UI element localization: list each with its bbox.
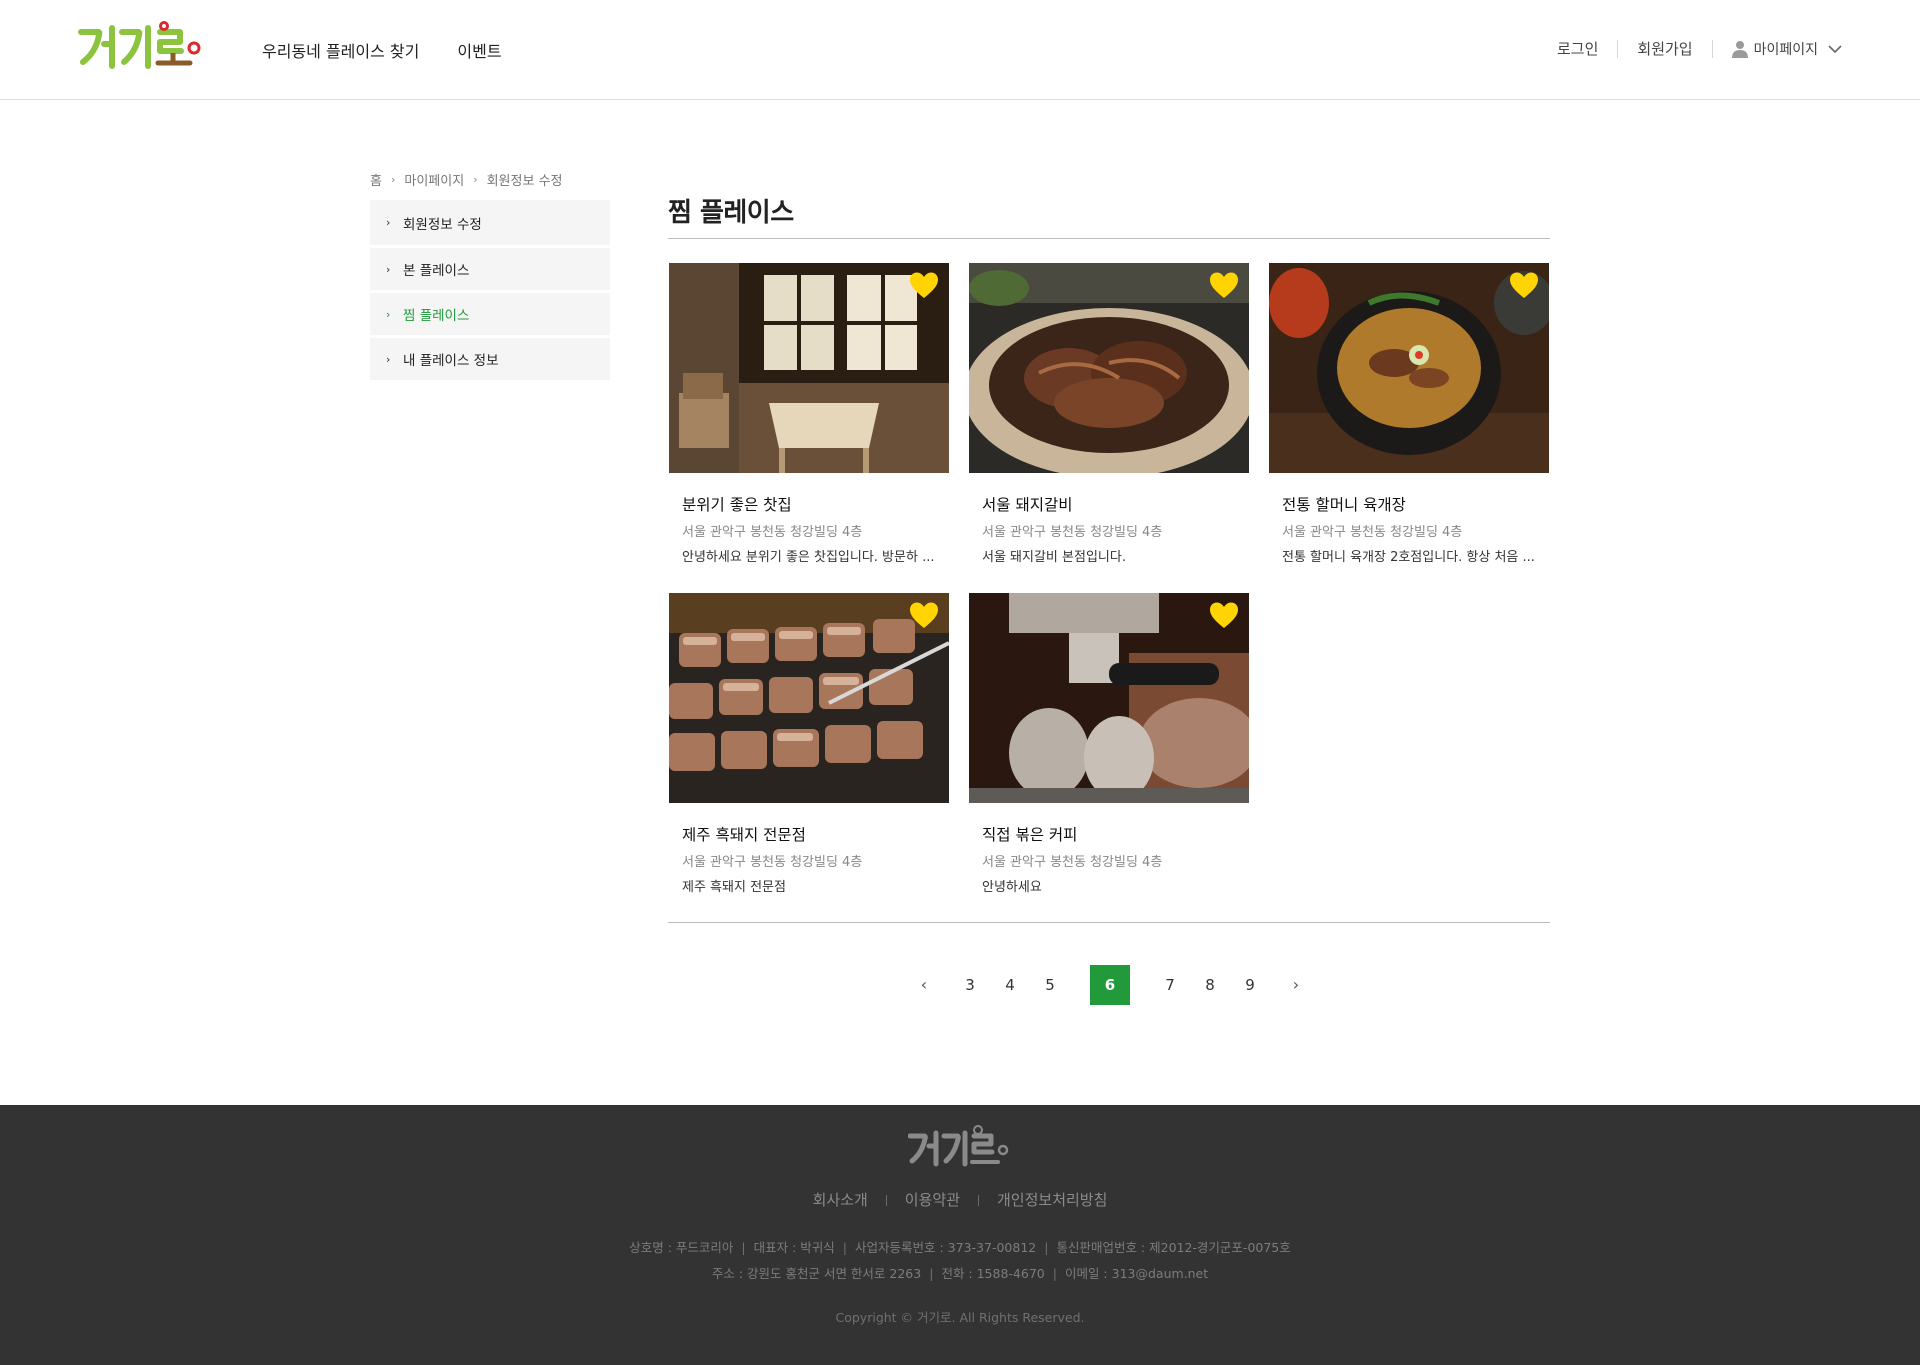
place-name: 직접 볶은 커피: [982, 826, 1078, 844]
heart-icon[interactable]: [1209, 601, 1239, 629]
separator: |: [741, 1240, 746, 1255]
sidebar-item-label: 본 플레이스: [403, 263, 470, 279]
heart-icon[interactable]: [909, 271, 939, 299]
page-5[interactable]: 5: [1030, 965, 1070, 1005]
page-6-current[interactable]: 6: [1090, 965, 1130, 1005]
user-icon: [1731, 40, 1748, 58]
chevron-right-icon: ›: [386, 307, 391, 321]
global-nav: 우리동네 플레이스 찾기 이벤트: [262, 38, 502, 62]
place-photo: [969, 593, 1249, 803]
place-card[interactable]: 서울 돼지갈비 서울 관악구 봉천동 청강빌딩 4층 서울 돼지갈비 본점입니다…: [969, 263, 1249, 565]
copyright: Copyright © 거기로. All Rights Reserved.: [835, 1310, 1085, 1325]
separator: |: [929, 1266, 934, 1281]
footer-links: 회사소개 이용약관 개인정보처리방침: [0, 1189, 1920, 1210]
site-logo[interactable]: [78, 18, 204, 72]
separator: |: [842, 1240, 848, 1255]
place-photo: [669, 263, 949, 473]
separator: |: [1052, 1266, 1057, 1281]
sidebar-item-liked-places[interactable]: › 찜 플레이스: [370, 293, 610, 335]
signup-link[interactable]: 회원가입: [1637, 38, 1692, 59]
company-address: 주소 : 강원도 홍천군 서면 한서로 2263: [711, 1266, 922, 1281]
place-description: 제주 흑돼지 전문점: [682, 880, 786, 895]
divider: [1617, 39, 1619, 58]
pagination: ‹ 3 4 5 6 7 8 9 ›: [0, 965, 1920, 1005]
chevron-right-icon: ›: [386, 216, 391, 229]
site-header: 우리동네 플레이스 찾기 이벤트 로그인 회원가입 마이페이지: [0, 0, 1920, 100]
breadcrumb-home[interactable]: 홈: [370, 170, 382, 189]
prev-page-button[interactable]: ‹: [904, 965, 944, 1005]
chevron-right-icon: ›: [386, 262, 391, 276]
place-photo: [1269, 263, 1549, 473]
sidebar-item-my-place-info[interactable]: › 내 플레이스 정보: [370, 338, 610, 380]
chevron-right-icon: ›: [386, 352, 391, 366]
page-9[interactable]: 9: [1230, 965, 1270, 1005]
next-page-button[interactable]: ›: [1276, 965, 1316, 1005]
sidebar-item-label: 회원정보 수정: [403, 216, 482, 233]
place-name: 전통 할머니 육개장: [1282, 496, 1406, 514]
ceo-name: 대표자 : 박귀식: [753, 1240, 835, 1255]
page-7[interactable]: 7: [1150, 965, 1190, 1005]
company-phone: 전화 : 1588-4670: [941, 1266, 1045, 1281]
nav-event[interactable]: 이벤트: [457, 38, 501, 62]
mypage-label: 마이페이지: [1753, 41, 1818, 58]
login-link[interactable]: 로그인: [1557, 38, 1598, 59]
breadcrumb: 홈 › 마이페이지 › 회원정보 수정: [370, 170, 563, 189]
divider: [668, 238, 1550, 239]
chevron-down-icon: [1828, 44, 1842, 53]
company-info-line2: 주소 : 강원도 홍천군 서면 한서로 2263 | 전화 : 1588-4670 |…: [0, 1263, 1920, 1282]
place-address: 서울 관악구 봉천동 청강빌딩 4층: [1282, 525, 1463, 540]
place-description: 안녕하세요: [982, 880, 1042, 895]
place-description: 안녕하세요 분위기 좋은 찻집입니다. 방문하 ...: [682, 550, 935, 565]
util-menu: 로그인 회원가입 마이페이지: [1557, 38, 1842, 59]
heart-icon[interactable]: [909, 601, 939, 629]
place-photo: [969, 263, 1249, 473]
place-description: 서울 돼지갈비 본점입니다.: [982, 550, 1126, 565]
page-3[interactable]: 3: [950, 965, 990, 1005]
divider: [1711, 39, 1713, 58]
place-address: 서울 관악구 봉천동 청강빌딩 4층: [682, 855, 863, 870]
place-photo: [669, 593, 949, 803]
sidebar-item-label: 내 플레이스 정보: [403, 353, 499, 369]
place-address: 서울 관악구 봉천동 청강빌딩 4층: [982, 525, 1163, 540]
separator: |: [1044, 1240, 1049, 1255]
business-number: 사업자등록번호 : 373-37-00812: [855, 1240, 1037, 1255]
place-card[interactable]: 제주 흑돼지 전문점 서울 관악구 봉천동 청강빌딩 4층 제주 흑돼지 전문점: [669, 593, 949, 895]
page-4[interactable]: 4: [990, 965, 1030, 1005]
divider: [885, 1195, 887, 1206]
divider: [978, 1195, 979, 1206]
page-title: 찜 플레이스: [668, 198, 794, 228]
divider: [668, 922, 1550, 923]
place-name: 분위기 좋은 찻집: [682, 496, 792, 514]
footer-logo[interactable]: [908, 1125, 1010, 1169]
footer-link-privacy[interactable]: 개인정보처리방침: [997, 1191, 1107, 1209]
mypage-dropdown[interactable]: 마이페이지: [1731, 39, 1842, 59]
company-email: 이메일 : 313@daum.net: [1064, 1266, 1209, 1281]
chevron-right-icon: ›: [473, 173, 478, 186]
sidebar-item-viewed-places[interactable]: › 본 플레이스: [370, 248, 610, 290]
chevron-right-icon: ›: [390, 173, 396, 186]
place-address: 서울 관악구 봉천동 청강빌딩 4층: [682, 525, 863, 540]
breadcrumb-mypage[interactable]: 마이페이지: [404, 170, 464, 189]
heart-icon[interactable]: [1509, 271, 1539, 299]
place-card[interactable]: 직접 볶은 커피 서울 관악구 봉천동 청강빌딩 4층 안녕하세요: [969, 593, 1249, 895]
site-footer: 회사소개 이용약관 개인정보처리방침 상호명 : 푸드코리아 | 대표자 : 박귀식 | 사…: [0, 1105, 1920, 1365]
sales-number: 통신판매업번호 : 제2012-경기군포-0075호: [1056, 1240, 1291, 1255]
place-address: 서울 관악구 봉천동 청강빌딩 4층: [982, 855, 1163, 870]
place-name: 서울 돼지갈비: [982, 496, 1073, 514]
footer-link-terms[interactable]: 이용약관: [905, 1191, 960, 1209]
sidebar: › 회원정보 수정 › 본 플레이스 › 찜 플레이스 › 내 플레이스 정보: [370, 200, 610, 383]
footer-link-about[interactable]: 회사소개: [813, 1191, 868, 1209]
heart-icon[interactable]: [1209, 271, 1239, 299]
place-card[interactable]: 분위기 좋은 찻집 서울 관악구 봉천동 청강빌딩 4층 안녕하세요 분위기 좋…: [669, 263, 949, 565]
breadcrumb-current[interactable]: 회원정보 수정: [487, 170, 563, 189]
place-description: 전통 할머니 육개장 2호점입니다. 항상 처음 ...: [1282, 550, 1535, 565]
sidebar-item-label: 찜 플레이스: [403, 308, 470, 324]
sidebar-item-edit-profile[interactable]: › 회원정보 수정: [370, 200, 610, 245]
company-name: 상호명 : 푸드코리아: [629, 1240, 734, 1255]
place-name: 제주 흑돼지 전문점: [682, 826, 806, 844]
nav-find-place[interactable]: 우리동네 플레이스 찾기: [262, 38, 419, 62]
company-info-line1: 상호명 : 푸드코리아 | 대표자 : 박귀식 | 사업자등록번호 : 373-37-0…: [0, 1237, 1920, 1256]
place-card[interactable]: 전통 할머니 육개장 서울 관악구 봉천동 청강빌딩 4층 전통 할머니 육개장…: [1269, 263, 1549, 565]
page-8[interactable]: 8: [1190, 965, 1230, 1005]
